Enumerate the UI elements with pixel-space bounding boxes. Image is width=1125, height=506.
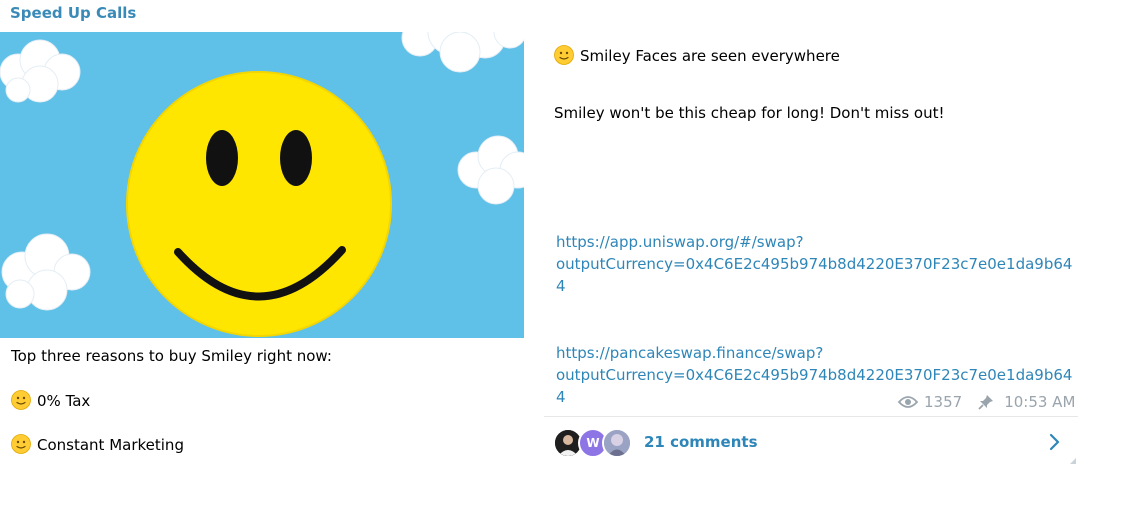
intro-text: Top three reasons to buy Smiley right no… (11, 347, 332, 365)
chevron-right-icon[interactable] (1049, 433, 1061, 451)
reason-tax: 0% Tax (11, 390, 90, 410)
view-count: 1357 (924, 393, 963, 411)
divider (544, 416, 1078, 417)
post-image[interactable] (0, 32, 524, 338)
avatar (602, 428, 632, 458)
post-meta: 1357 10:53 AM (898, 393, 1075, 411)
avatar-photo (604, 430, 630, 456)
reason-marketing-label: Constant Marketing (37, 436, 184, 454)
smiley-faces-label: Smiley Faces are seen everywhere (580, 47, 840, 65)
slightly-smiling-face-icon (11, 434, 31, 454)
channel-title[interactable]: Speed Up Calls (10, 4, 136, 22)
bubble-corner-icon (1070, 458, 1076, 464)
reason-tax-label: 0% Tax (37, 392, 91, 410)
uniswap-link[interactable]: https://app.uniswap.org/#/swap? outputCu… (556, 231, 1076, 297)
cheap-line: Smiley won't be this cheap for long! Don… (554, 104, 945, 122)
slightly-smiling-face-icon (11, 390, 31, 410)
avatar-initial: W (586, 436, 600, 450)
slightly-smiling-face-icon (554, 45, 574, 65)
pin-icon (978, 395, 994, 410)
reason-marketing: Constant Marketing (11, 434, 184, 454)
smiley-faces-line: Smiley Faces are seen everywhere (554, 45, 840, 65)
smiley-face-illustration (0, 32, 524, 338)
eye-icon (898, 396, 918, 408)
comments-count[interactable]: 21 comments (644, 433, 758, 451)
post-time: 10:53 AM (1004, 393, 1076, 411)
